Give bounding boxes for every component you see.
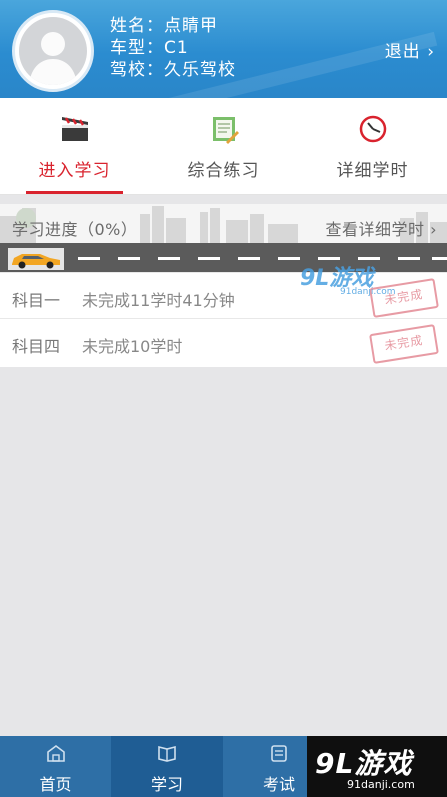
study-progress-banner: 学习进度（0%） 查看详细学时 › [0,204,447,272]
driver-name: 姓名：点睛甲 [110,16,218,36]
nav-home[interactable]: 首页 [0,736,111,797]
brand-url: 91danji.com [347,778,415,791]
tab-detailed-hours[interactable]: 详细学时 [298,98,447,194]
subject-name: 科目一 [12,291,61,310]
exam-icon [269,744,289,762]
nav-study[interactable]: 学习 [111,736,223,797]
function-tabs: 进入学习 综合练习 详细学时 [0,98,447,195]
tab-comprehensive-practice[interactable]: 综合练习 [149,98,298,194]
clapperboard-icon [58,113,92,145]
avatar[interactable] [12,10,94,92]
tab-label: 详细学时 [336,161,409,181]
tab-enter-study[interactable]: 进入学习 [0,98,149,194]
incomplete-stamp: 未完成 [369,324,439,364]
incomplete-stamp: 未完成 [369,278,439,318]
view-detailed-hours-link[interactable]: 查看详细学时 › [326,216,438,240]
notebook-pencil-icon [207,113,241,145]
book-icon [157,744,177,762]
car-progress-icon [8,248,64,270]
tab-label: 进入学习 [38,161,111,181]
car-type: 车型：C1 [110,38,189,58]
nav-label: 首页 [39,775,72,794]
subject-status: 未完成10学时 [82,337,183,356]
profile-header: 姓名：点睛甲 车型：C1 驾校：久乐驾校 退出 › [0,0,447,98]
list-item[interactable]: 科目四 未完成10学时 未完成 [0,318,447,367]
subject-status: 未完成11学时41分钟 [82,291,235,310]
tab-label: 综合练习 [187,161,260,181]
driver-info: 姓名：点睛甲 车型：C1 驾校：久乐驾校 [110,15,236,81]
avatar-placeholder-icon [19,17,87,85]
watermark-url: 91danji.com [340,287,396,297]
logout-button[interactable]: 退出 › [385,37,435,62]
driving-school: 驾校：久乐驾校 [110,60,236,80]
brand-logo: 9L游戏 [315,747,413,780]
subject-name: 科目四 [12,337,61,356]
nav-label: 学习 [150,775,183,794]
home-icon [46,744,66,762]
brand-watermark: 9L游戏 91danji.com [307,736,447,797]
progress-title: 学习进度（0%） [12,220,138,239]
clock-icon [356,113,390,145]
progress-road [0,243,447,272]
